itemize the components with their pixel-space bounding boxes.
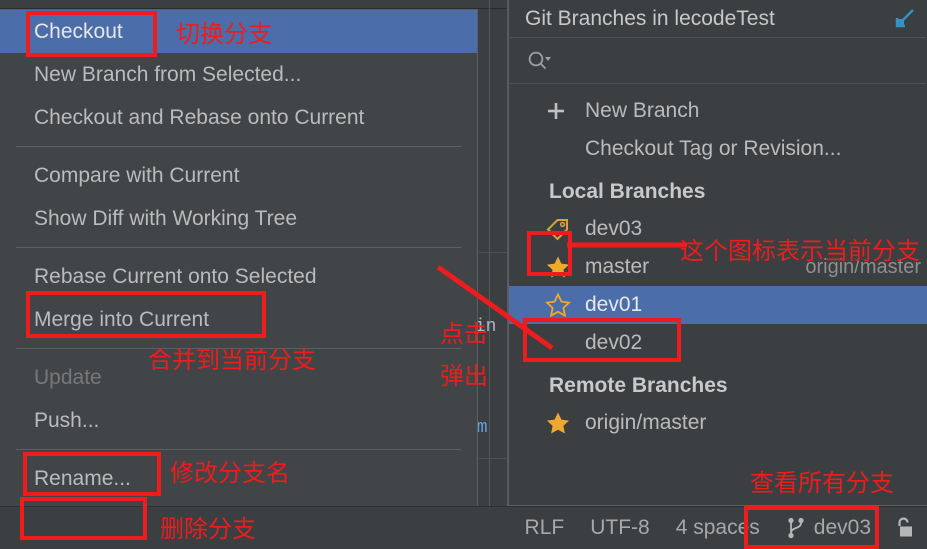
pin-arrow-icon[interactable] <box>891 6 917 32</box>
annotation-merge-note: 合并到当前分支 <box>148 346 316 374</box>
menu-item-rename-label: Rename... <box>34 467 131 490</box>
menu-item-checkout-label: Checkout <box>34 20 123 43</box>
star-filled-icon <box>545 254 585 280</box>
status-indent-label: 4 spaces <box>675 516 760 539</box>
git-branches-title: Git Branches in lecodeTest <box>525 6 775 30</box>
status-encoding[interactable]: UTF-8 <box>590 516 650 540</box>
status-branch-widget[interactable]: dev03 <box>786 516 871 540</box>
status-line-separator-label: RLF <box>524 516 565 539</box>
annotation-view-all-branches-note: 查看所有分支 <box>750 469 894 497</box>
branch-group-remote-header: Remote Branches <box>509 368 927 404</box>
menu-item-update-label: Update <box>34 366 102 389</box>
menu-item-push[interactable]: Push... <box>0 399 477 442</box>
annotation-click-note-line2: 弹出 <box>440 362 488 390</box>
branch-search-field[interactable] <box>510 37 926 84</box>
branch-row-origin-master-label: origin/master <box>585 411 707 434</box>
tag-icon <box>545 216 585 242</box>
star-outline-icon <box>545 292 585 318</box>
branch-row-dev02[interactable]: dev02 <box>509 324 927 362</box>
branch-row-dev02-label: dev02 <box>585 331 643 354</box>
branch-row-dev01-label: dev01 <box>585 293 643 316</box>
unlock-icon[interactable] <box>893 516 915 540</box>
menu-item-show-diff-with-working-tree[interactable]: Show Diff with Working Tree <box>0 197 477 240</box>
branch-group-local-label: Local Branches <box>549 180 706 203</box>
menu-item-new-branch-from-selected-label: New Branch from Selected... <box>34 63 302 86</box>
branch-action-checkout-tag-or-revision-label: Checkout Tag or Revision... <box>585 137 842 160</box>
search-icon <box>527 50 553 72</box>
menu-item-show-diff-with-working-tree-label: Show Diff with Working Tree <box>34 207 297 230</box>
status-encoding-label: UTF-8 <box>590 516 650 539</box>
menu-item-rebase-current-onto-selected-label: Rebase Current onto Selected <box>34 265 317 288</box>
menu-item-compare-with-current-label: Compare with Current <box>34 164 240 187</box>
status-indent[interactable]: 4 spaces <box>676 516 760 540</box>
status-branch-label: dev03 <box>813 516 871 539</box>
annotation-delete-note: 删除分支 <box>160 515 256 543</box>
editor-rule-2 <box>479 458 509 459</box>
menu-separator-1 <box>16 146 461 147</box>
branch-action-new-branch[interactable]: New Branch <box>509 92 927 130</box>
branch-action-new-branch-label: New Branch <box>585 99 700 122</box>
branch-action-checkout-tag-or-revision[interactable]: Checkout Tag or Revision... <box>509 130 927 168</box>
branch-group-remote-label: Remote Branches <box>549 374 728 397</box>
git-branches-title-bar: Git Branches in lecodeTest <box>509 0 927 37</box>
status-bar: RLF UTF-8 4 spaces dev03 <box>0 506 927 549</box>
menu-item-checkout-and-rebase[interactable]: Checkout and Rebase onto Current <box>0 96 477 139</box>
menu-item-push-label: Push... <box>34 409 100 432</box>
branch-row-origin-master[interactable]: origin/master <box>509 404 927 442</box>
menu-separator-2 <box>16 247 461 248</box>
annotation-click-note-line1: 点击 <box>440 320 488 348</box>
menu-item-merge-into-current[interactable]: Merge into Current <box>0 298 477 341</box>
menu-item-merge-into-current-label: Merge into Current <box>34 308 210 331</box>
branch-row-dev01[interactable]: dev01 <box>509 286 927 324</box>
branch-group-local-header: Local Branches <box>509 174 927 210</box>
plus-icon <box>545 100 585 122</box>
annotation-current-branch-icon-note: 这个图标表示当前分支 <box>680 237 920 265</box>
menu-item-new-branch-from-selected[interactable]: New Branch from Selected... <box>0 53 477 96</box>
status-line-separator[interactable]: RLF <box>525 516 565 540</box>
branch-icon <box>786 516 806 540</box>
screenshot-root: (in om Checkout New Branch from Selected… <box>0 0 927 549</box>
annotation-checkout-note: 切换分支 <box>176 20 272 48</box>
menu-item-compare-with-current[interactable]: Compare with Current <box>0 154 477 197</box>
menu-item-rebase-current-onto-selected[interactable]: Rebase Current onto Selected <box>0 255 477 298</box>
editor-gutter-divider <box>489 0 490 549</box>
star-filled-icon <box>545 410 585 436</box>
editor-rule-1 <box>479 252 509 253</box>
annotation-rename-note: 修改分支名 <box>170 459 290 487</box>
menu-item-checkout-and-rebase-label: Checkout and Rebase onto Current <box>34 106 365 129</box>
menu-separator-4 <box>16 449 461 450</box>
